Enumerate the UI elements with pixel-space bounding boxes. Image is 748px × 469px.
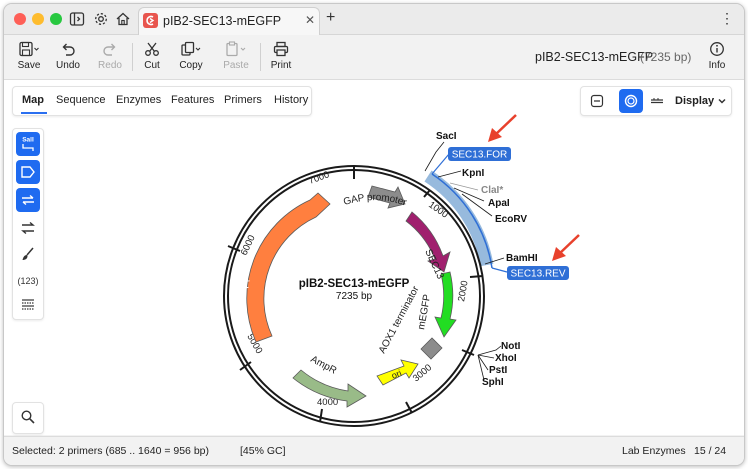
feature-pphis4[interactable] [246, 192, 331, 343]
save-label: Save [17, 60, 41, 71]
close-tab-icon[interactable]: ✕ [305, 13, 315, 27]
enzyme-ecorv[interactable]: EcoRV [495, 214, 527, 225]
enzyme-clai[interactable]: ClaI* [481, 185, 503, 196]
status-bar: Selected: 2 primers (685 .. 1640 = 956 b… [4, 436, 744, 465]
paste-icon [219, 39, 253, 59]
enzyme-xhoi[interactable]: XhoI [495, 353, 517, 364]
scissors-icon [135, 39, 169, 59]
app-logo-icon [143, 13, 158, 28]
undo-icon [51, 39, 85, 59]
app-window: pIB2-SEC13-mEGFP ✕ + ⋮ Save Undo Redo Cu… [3, 3, 745, 466]
close-window-button[interactable] [14, 13, 26, 25]
document-title: pIB2-SEC13-mEGFP [535, 50, 654, 64]
print-label: Print [270, 60, 292, 71]
enzyme-bamhi[interactable]: BamHI [506, 253, 538, 264]
more-menu-icon[interactable]: ⋮ [720, 10, 734, 27]
info-label: Info [708, 60, 726, 71]
tick-1000: 1000 [426, 199, 450, 220]
enzyme-sphi[interactable]: SphI [482, 377, 504, 388]
enzyme-psti[interactable]: PstI [489, 365, 508, 376]
enzyme-apai[interactable]: ApaI [488, 198, 510, 209]
gear-icon[interactable] [92, 10, 110, 28]
title-bar: pIB2-SEC13-mEGFP ✕ + ⋮ [4, 4, 744, 35]
map-length: 7235 bp [336, 291, 373, 302]
tick-2000: 2000 [456, 280, 471, 303]
enzyme-noti[interactable]: NotI [501, 341, 521, 352]
svg-text:PpHIS4: PpHIS4 [239, 254, 252, 290]
info-button[interactable]: Info [700, 39, 734, 75]
feature-megfp-label: mEGFP [416, 293, 433, 330]
cut-label: Cut [144, 60, 160, 71]
paste-label: Paste [223, 60, 249, 71]
toolbar-separator [260, 43, 261, 71]
feature-pphis4-label: PpHIS4 [239, 254, 252, 290]
copy-button[interactable]: Copy [174, 39, 208, 75]
enzyme-kpni[interactable]: KpnI [462, 168, 484, 179]
enzyme-saci[interactable]: SacI [436, 131, 457, 142]
print-button[interactable]: Print [264, 39, 298, 75]
gc-content: [45% GC] [240, 445, 286, 457]
primer-rev-label: SEC13.REV [510, 269, 565, 280]
main-toolbar: Save Undo Redo Cut Copy Paste Print pIB2… [4, 35, 744, 80]
tab-title: pIB2-SEC13-mEGFP [163, 14, 282, 28]
annotation-arrow-for [488, 114, 517, 142]
feature-aox1-terminator[interactable] [420, 337, 443, 360]
map-canvas[interactable]: Map Sequence Enzymes Features Primers Hi… [4, 80, 744, 435]
redo-button[interactable]: Redo [93, 39, 127, 75]
minimize-window-button[interactable] [32, 13, 44, 25]
paste-button[interactable]: Paste [219, 39, 253, 75]
document-tab[interactable]: pIB2-SEC13-mEGFP ✕ [138, 7, 320, 35]
zoom-window-button[interactable] [50, 13, 62, 25]
undo-button[interactable]: Undo [51, 39, 85, 75]
primer-for-leader [431, 153, 450, 175]
redo-icon [93, 39, 127, 59]
primer-for-label: SEC13.FOR [452, 150, 508, 161]
primer-rev-leader [491, 267, 508, 273]
annotation-arrow-rev [552, 234, 580, 261]
redo-label: Redo [98, 60, 122, 71]
selection-status: Selected: 2 primers (685 .. 1640 = 956 b… [12, 445, 209, 457]
copy-icon [174, 39, 208, 59]
undo-label: Undo [56, 60, 80, 71]
cut-button[interactable]: Cut [135, 39, 169, 75]
sidebar-toggle-icon[interactable] [68, 10, 86, 28]
copy-label: Copy [179, 60, 203, 71]
toolbar-separator [132, 43, 133, 71]
feature-aox1-label: AOX1 terminator [377, 284, 422, 356]
feature-ampr-label: AmpR [309, 354, 339, 377]
plasmid-map: 1000 2000 3000 4000 5000 6000 7000 pIB2-… [223, 114, 580, 427]
feature-megfp[interactable] [434, 271, 457, 338]
enzyme-set-button[interactable]: Lab Enzymes [622, 445, 686, 457]
enzyme-count: 15 / 24 [694, 445, 727, 457]
new-tab-button[interactable]: + [326, 9, 335, 27]
save-icon [12, 39, 46, 59]
info-icon [700, 39, 734, 59]
printer-icon [264, 39, 298, 59]
map-title: pIB2-SEC13-mEGFP [299, 278, 410, 290]
tick-7000: 7000 [307, 169, 331, 187]
home-icon[interactable] [114, 10, 132, 28]
document-length: (7235 bp) [640, 50, 692, 64]
save-button[interactable]: Save [12, 39, 46, 75]
